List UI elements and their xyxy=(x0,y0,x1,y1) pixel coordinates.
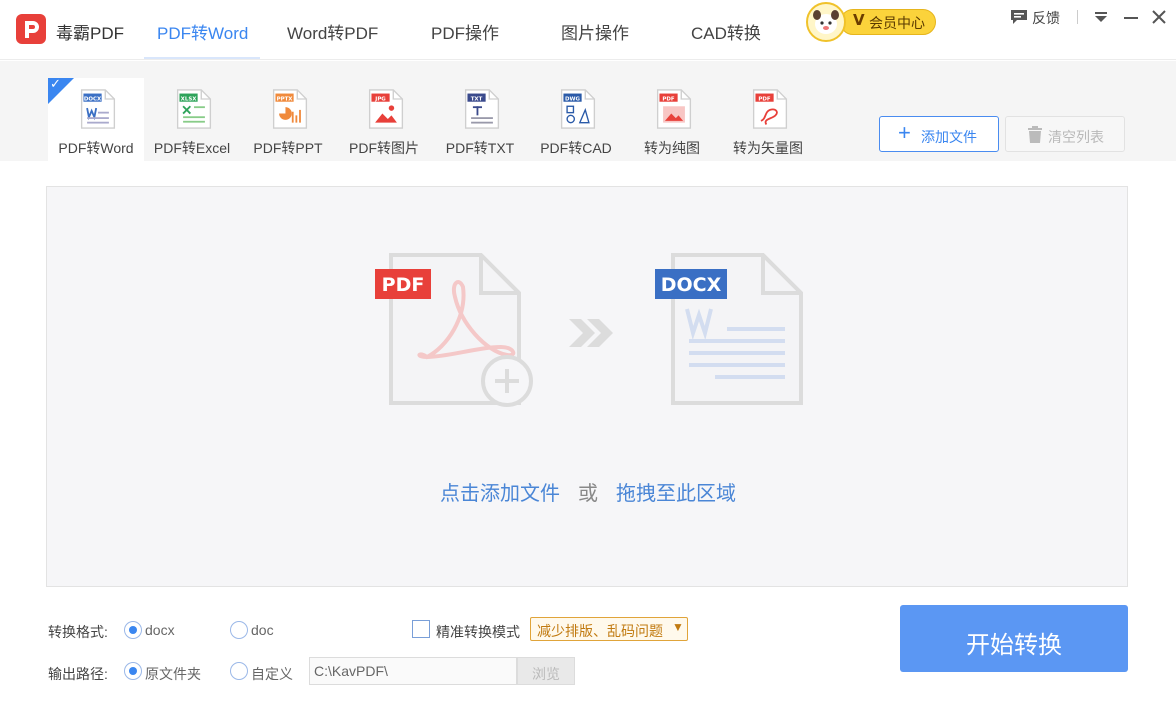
active-tab-indicator xyxy=(144,57,260,59)
or-text: 或 xyxy=(578,483,598,505)
close-icon xyxy=(1152,10,1166,24)
format-label: 转换格式: xyxy=(48,624,108,640)
output-path-field[interactable] xyxy=(309,657,517,685)
format-docx-radio[interactable] xyxy=(124,621,142,639)
output-path-label: 输出路径: xyxy=(48,666,108,682)
tool-pdf-to-image[interactable]: JPG PDF转图片 xyxy=(336,78,432,161)
vip-avatar-icon xyxy=(806,2,846,42)
output-original-folder-label[interactable]: 原文件夹 xyxy=(145,664,201,684)
pdf-image-file-icon: PDF xyxy=(656,89,692,129)
format-docx-label[interactable]: docx xyxy=(145,622,175,638)
precise-mode-checkbox[interactable] xyxy=(412,620,430,638)
format-doc-label[interactable]: doc xyxy=(251,622,274,638)
drag-here-link: 拖拽至此区域 xyxy=(616,483,736,505)
add-file-button[interactable]: + 添加文件 xyxy=(879,116,999,152)
svg-text:TXT: TXT xyxy=(471,96,483,102)
svg-text:PPTX: PPTX xyxy=(277,96,294,102)
precise-mode-hint-dropdown[interactable]: 减少排版、乱码问题 ▼ xyxy=(530,617,688,641)
svg-text:DWG: DWG xyxy=(565,96,581,102)
hint-text: 减少排版、乱码问题 xyxy=(537,623,663,639)
tool-label: 转为矢量图 xyxy=(733,140,803,156)
arrow-icon xyxy=(569,319,613,347)
dropdown-icon xyxy=(1095,12,1107,22)
tab-cad-convert[interactable]: CAD转换 xyxy=(691,19,761,44)
browse-button[interactable]: 浏览 xyxy=(517,657,575,685)
output-original-folder-radio[interactable] xyxy=(124,662,142,680)
trash-icon xyxy=(1028,126,1042,143)
clear-list-label: 清空列表 xyxy=(1048,129,1104,145)
browse-label: 浏览 xyxy=(532,666,560,682)
plus-icon: + xyxy=(898,120,911,145)
feedback-button[interactable]: 反馈 xyxy=(1010,6,1066,30)
app-logo-icon xyxy=(16,14,46,44)
dwg-file-icon: DWG xyxy=(560,89,596,129)
tool-pdf-to-word[interactable]: ✓ DOCX PDF转Word xyxy=(48,76,144,161)
app-title: 毒霸PDF xyxy=(56,24,124,43)
svg-text:PDF: PDF xyxy=(662,96,674,102)
tool-pdf-to-cad[interactable]: DWG PDF转CAD xyxy=(528,78,624,161)
svg-text:PDF: PDF xyxy=(758,96,770,102)
svg-text:XLSX: XLSX xyxy=(181,96,198,102)
close-button[interactable] xyxy=(1150,6,1168,30)
check-icon: ✓ xyxy=(50,76,61,91)
minimize-icon xyxy=(1124,17,1138,19)
tool-pdf-to-txt[interactable]: TXT PDF转TXT xyxy=(432,78,528,161)
output-custom-radio[interactable] xyxy=(230,662,248,680)
title-separator xyxy=(1077,10,1078,24)
tab-image-operations[interactable]: 图片操作 xyxy=(561,19,629,44)
click-add-file-link[interactable]: 点击添加文件 xyxy=(440,483,560,505)
pptx-file-icon: PPTX xyxy=(272,89,308,129)
output-custom-label[interactable]: 自定义 xyxy=(251,664,293,684)
pdf-to-docx-illustration: PDF DOCX xyxy=(375,253,803,407)
precise-mode-label[interactable]: 精准转换模式 xyxy=(436,622,520,642)
menu-dropdown-button[interactable] xyxy=(1092,6,1110,30)
svg-text:DOCX: DOCX xyxy=(84,96,102,102)
svg-text:JPG: JPG xyxy=(374,96,386,102)
tab-pdf-operations[interactable]: PDF操作 xyxy=(431,19,499,44)
minimize-button[interactable] xyxy=(1122,6,1140,30)
svg-text:DOCX: DOCX xyxy=(661,274,722,296)
tool-to-flat-image[interactable]: PDF 转为纯图 xyxy=(624,78,720,161)
add-file-label: 添加文件 xyxy=(921,129,977,145)
start-convert-button[interactable]: 开始转换 xyxy=(900,605,1128,672)
tool-to-vector-image[interactable]: PDF 转为矢量图 xyxy=(720,78,816,161)
docx-file-icon: DOCX xyxy=(80,89,116,129)
title-bar: 毒霸PDF PDF转Word Word转PDF PDF操作 图片操作 CAD转换… xyxy=(0,0,1176,60)
tool-pdf-to-excel[interactable]: XLSX PDF转Excel xyxy=(144,78,240,161)
drop-zone-message: 点击添加文件或拖拽至此区域 xyxy=(47,477,1129,506)
tab-pdf-to-word[interactable]: PDF转Word xyxy=(157,19,248,44)
pdf-vector-file-icon: PDF xyxy=(752,89,788,129)
tab-word-to-pdf[interactable]: Word转PDF xyxy=(287,19,378,44)
chevron-down-icon: ▼ xyxy=(672,620,684,634)
file-drop-zone[interactable]: PDF DOCX 点击添加文件或拖拽至此区域 xyxy=(46,186,1128,587)
vip-badge: V xyxy=(853,11,865,29)
format-doc-radio[interactable] xyxy=(230,621,248,639)
vip-center-button[interactable]: V 会员中心 xyxy=(806,2,938,42)
svg-text:PDF: PDF xyxy=(382,274,425,296)
vip-label: 会员中心 xyxy=(869,15,925,31)
xlsx-file-icon: XLSX xyxy=(176,89,212,129)
start-convert-label: 开始转换 xyxy=(966,632,1062,659)
jpg-file-icon: JPG xyxy=(368,89,404,129)
clear-list-button[interactable]: 清空列表 xyxy=(1005,116,1125,152)
txt-file-icon: TXT xyxy=(464,89,500,129)
feedback-icon xyxy=(1011,10,1027,24)
tool-pdf-to-ppt[interactable]: PPTX PDF转PPT xyxy=(240,78,336,161)
feedback-label: 反馈 xyxy=(1032,10,1060,26)
